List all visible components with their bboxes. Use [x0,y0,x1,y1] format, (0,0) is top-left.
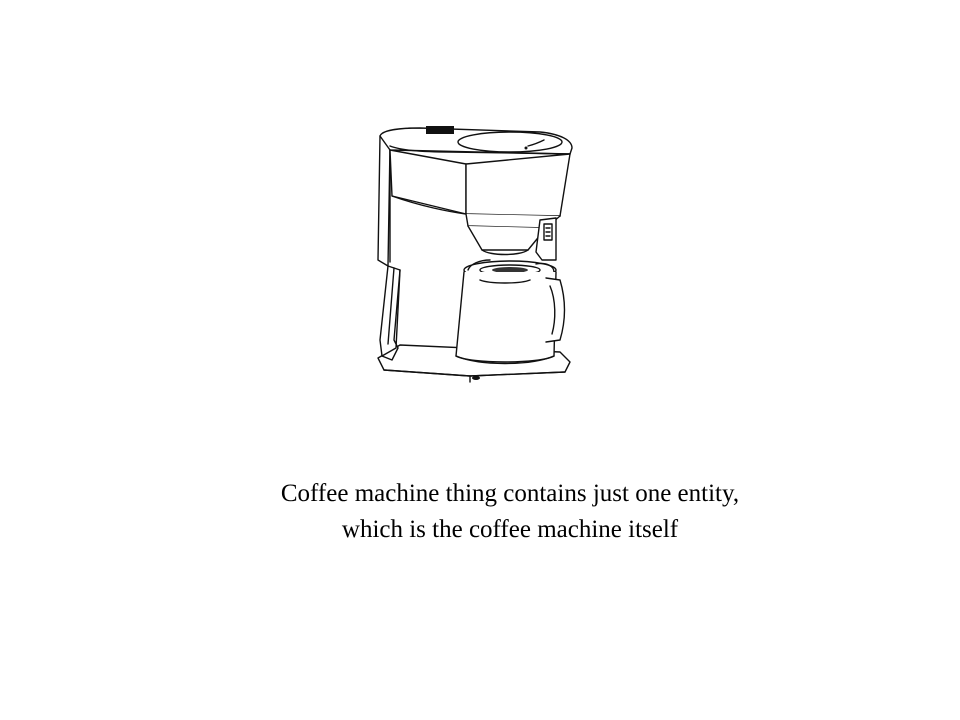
coffee-machine-icon [377,126,573,383]
caption-line-1: Coffee machine thing contains just one e… [280,480,740,507]
coffee-machine-illustration [360,120,580,390]
caption: Coffee machine thing contains just one e… [180,476,840,548]
slide: Coffee machine thing contains just one e… [0,0,960,720]
caption-line-2: which is the coffee machine itself [341,516,679,543]
